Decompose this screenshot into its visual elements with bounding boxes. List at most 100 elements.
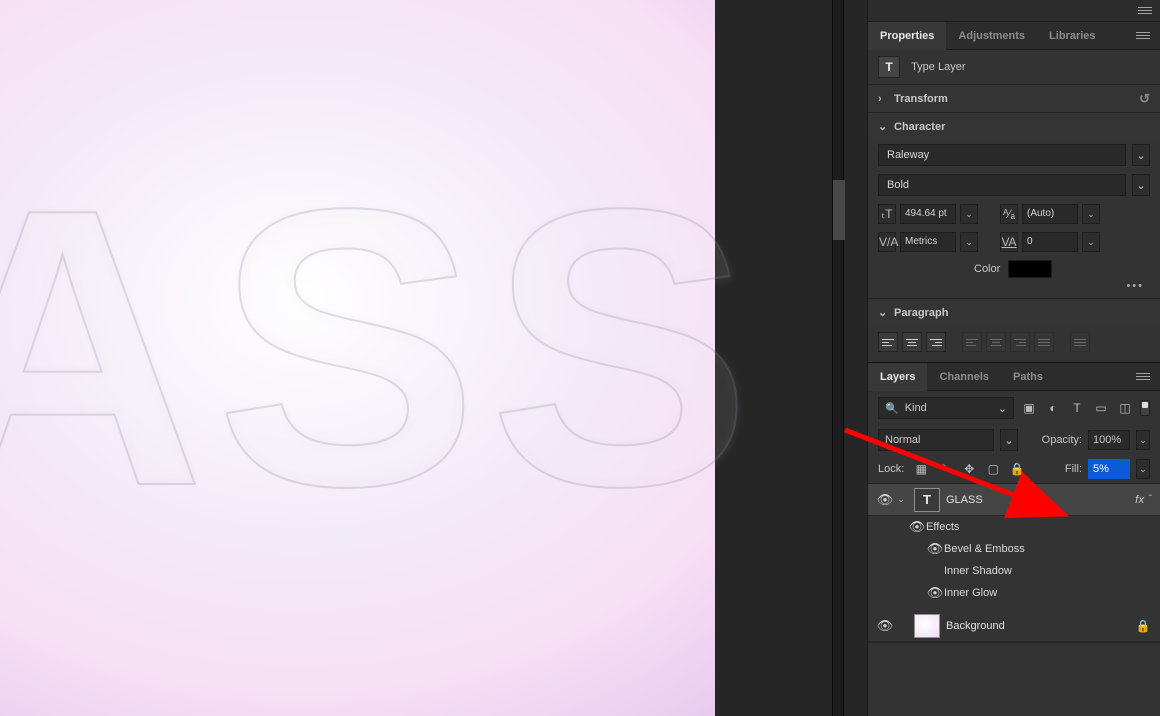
layer-background[interactable]: 👁 ⌄ Background 🔒 <box>868 610 1160 642</box>
leading-icon: ᴬ⁄ₐ <box>1000 204 1018 224</box>
layers-panel-menu-icon[interactable] <box>1136 371 1160 382</box>
chevron-down-icon: ⌄ <box>878 120 888 133</box>
filter-pixel-icon[interactable]: ▣ <box>1020 399 1038 417</box>
blend-mode-select[interactable]: Normal <box>878 429 994 451</box>
reset-icon[interactable]: ↺ <box>1139 91 1150 107</box>
lock-position-icon[interactable]: ✥ <box>960 460 978 478</box>
more-options-icon[interactable]: ••• <box>868 280 1160 298</box>
font-size-input[interactable]: 494.64 pt <box>900 204 956 224</box>
leading-chevron[interactable]: ⌄ <box>1082 204 1100 224</box>
properties-tabs: Properties Adjustments Libraries <box>868 22 1160 50</box>
panel-divider[interactable] <box>832 0 844 716</box>
paragraph-align-row <box>868 326 1160 362</box>
indent-button[interactable] <box>1070 332 1090 352</box>
fx-badge[interactable]: fx <box>1135 494 1145 506</box>
properties-panel-menu-icon[interactable] <box>1136 30 1160 41</box>
layer-glass[interactable]: 👁 ⌄ T GLASS fx ˆ <box>868 484 1160 516</box>
font-style-select[interactable]: Bold <box>878 174 1126 196</box>
type-layer-label: Type Layer <box>911 61 965 73</box>
layers-tabs: Layers Channels Paths <box>868 363 1160 391</box>
font-family-select[interactable]: Raleway <box>878 144 1126 166</box>
effects-row[interactable]: 👁 Effects <box>868 516 1160 538</box>
blend-mode-chevron[interactable]: ⌄ <box>1000 429 1018 451</box>
section-transform[interactable]: › Transform ↺ <box>868 84 1160 112</box>
tab-channels[interactable]: Channels <box>927 363 1001 391</box>
section-character[interactable]: ⌄ Character <box>868 112 1160 140</box>
lock-pixels-icon[interactable]: ✎ <box>936 460 954 478</box>
lock-artboard-icon[interactable]: ▢ <box>984 460 1002 478</box>
layer-name[interactable]: GLASS <box>946 494 1135 506</box>
visibility-icon[interactable]: 👁 <box>926 541 944 557</box>
layer-name[interactable]: Background <box>946 620 1134 632</box>
visibility-icon[interactable]: 👁 <box>876 618 894 634</box>
filter-adjust-icon[interactable]: ◐ <box>1044 399 1062 417</box>
visibility-icon[interactable]: 👁 <box>876 492 894 508</box>
document-canvas[interactable]: ASS <box>0 0 715 716</box>
effect-name: Inner Shadow <box>944 565 1012 577</box>
justify-center-button[interactable] <box>986 332 1006 352</box>
filter-type-icon[interactable]: T <box>1068 399 1086 417</box>
chevron-right-icon: › <box>878 93 888 105</box>
effect-inner-shadow-row[interactable]: 👁 Inner Shadow <box>868 560 1160 582</box>
layer-thumb <box>914 614 940 638</box>
align-right-button[interactable] <box>926 332 946 352</box>
fx-collapse-icon[interactable]: ˆ <box>1149 494 1152 505</box>
kerning-input[interactable]: Metrics <box>900 232 956 252</box>
tab-layers[interactable]: Layers <box>868 363 927 391</box>
font-size-icon: ₜT <box>878 204 896 224</box>
lock-label: Lock: <box>878 463 904 475</box>
filter-shape-icon[interactable]: ▭ <box>1092 399 1110 417</box>
effect-bevel-row[interactable]: 👁 Bevel & Emboss <box>868 538 1160 560</box>
effect-name: Inner Glow <box>944 587 997 599</box>
effects-label: Effects <box>926 521 959 533</box>
tracking-chevron[interactable]: ⌄ <box>1082 232 1100 252</box>
justify-right-button[interactable] <box>1010 332 1030 352</box>
section-paragraph[interactable]: ⌄ Paragraph <box>868 298 1160 326</box>
fill-chevron[interactable]: ⌄ <box>1136 459 1150 479</box>
layer-filter-select[interactable]: 🔍 Kind ⌄ <box>878 397 1014 419</box>
align-center-button[interactable] <box>902 332 922 352</box>
font-family-dropdown-icon[interactable]: ⌄ <box>1132 144 1150 166</box>
align-left-button[interactable] <box>878 332 898 352</box>
font-style-dropdown-icon[interactable]: ⌄ <box>1132 174 1150 196</box>
visibility-icon[interactable]: 👁 <box>926 585 944 601</box>
filter-toggle[interactable] <box>1140 400 1150 416</box>
tracking-input[interactable]: 0 <box>1022 232 1078 252</box>
layer-expand-icon[interactable]: ⌄ <box>894 494 908 505</box>
color-label: Color <box>974 263 1000 275</box>
text-color-swatch[interactable] <box>1008 260 1052 278</box>
visibility-icon[interactable]: 👁 <box>908 519 926 535</box>
justify-all-button[interactable] <box>1034 332 1054 352</box>
type-layer-indicator: T Type Layer <box>868 50 1160 84</box>
glass-text-artwork: ASS <box>0 120 762 575</box>
type-layer-thumb: T <box>914 488 940 512</box>
lock-icon[interactable]: 🔒 <box>1134 619 1152 633</box>
effect-inner-glow-row[interactable]: 👁 Inner Glow <box>868 582 1160 604</box>
filter-smart-icon[interactable]: ◫ <box>1116 399 1134 417</box>
opacity-input[interactable]: 100% <box>1088 430 1130 450</box>
layer-list: 👁 ⌄ T GLASS fx ˆ 👁 Effects 👁 Bevel & Emb… <box>868 483 1160 643</box>
kerning-chevron[interactable]: ⌄ <box>960 232 978 252</box>
fill-label: Fill: <box>1065 463 1082 475</box>
font-size-chevron[interactable]: ⌄ <box>960 204 978 224</box>
blend-mode-value: Normal <box>885 434 920 446</box>
kerning-icon: V/A <box>878 232 896 252</box>
panel-menu-icon[interactable] <box>1138 5 1152 16</box>
leading-input[interactable]: (Auto) <box>1022 204 1078 224</box>
opacity-chevron[interactable]: ⌄ <box>1136 430 1150 450</box>
tab-properties[interactable]: Properties <box>868 22 946 50</box>
tab-paths[interactable]: Paths <box>1001 363 1055 391</box>
scrollbar-thumb[interactable] <box>833 180 845 240</box>
tab-adjustments[interactable]: Adjustments <box>946 22 1037 50</box>
tab-libraries[interactable]: Libraries <box>1037 22 1107 50</box>
layer-filter-label: Kind <box>905 402 927 414</box>
fill-input[interactable]: 5% <box>1088 459 1130 479</box>
lock-all-icon[interactable]: 🔒 <box>1008 460 1026 478</box>
justify-left-button[interactable] <box>962 332 982 352</box>
right-panels: Properties Adjustments Libraries T Type … <box>867 0 1160 716</box>
effect-name: Bevel & Emboss <box>944 543 1025 555</box>
search-icon: 🔍 <box>885 402 899 415</box>
character-label: Character <box>894 121 945 133</box>
lock-transparency-icon[interactable]: ▦ <box>912 460 930 478</box>
canvas-area: ASS <box>0 0 730 716</box>
